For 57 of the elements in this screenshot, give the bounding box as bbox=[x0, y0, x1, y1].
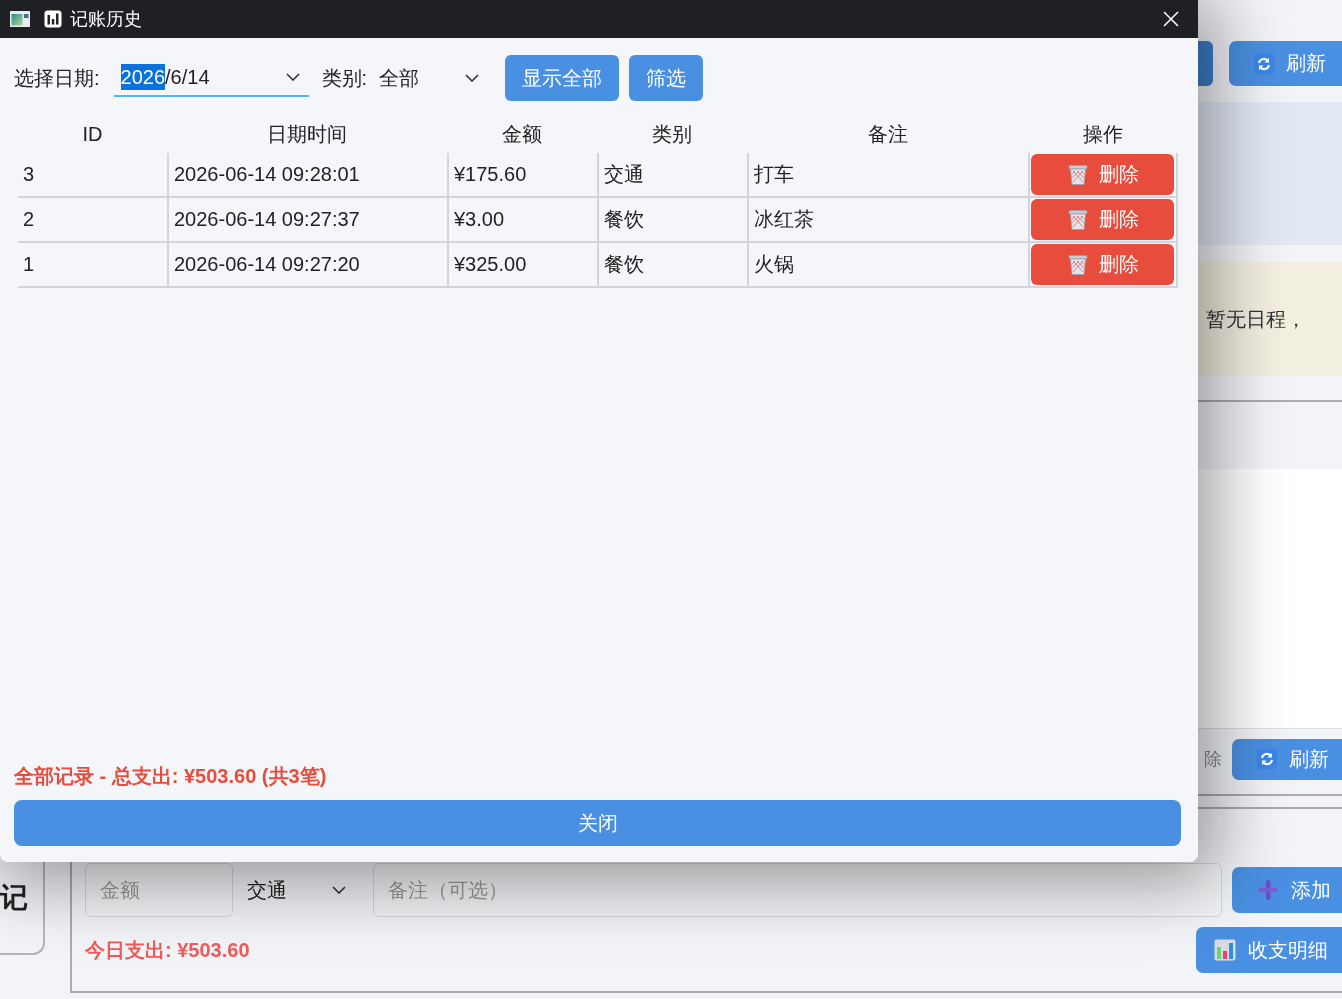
table-cell: 3 bbox=[18, 153, 167, 198]
bar-chart-icon bbox=[1214, 939, 1236, 961]
column-header: 类别 bbox=[651, 121, 693, 147]
table-cell: 1 bbox=[18, 243, 167, 288]
details-button[interactable]: 收支明细 bbox=[1196, 927, 1342, 973]
category-label: 类别: bbox=[321, 65, 368, 91]
trash-icon bbox=[1066, 208, 1089, 231]
table-cell: ¥325.00 bbox=[447, 243, 597, 288]
date-text: /6/14 bbox=[165, 65, 210, 90]
filter-button[interactable]: 显示全部 bbox=[505, 55, 620, 101]
table-cell: 交通 bbox=[597, 153, 747, 198]
delete-button[interactable]: 删除 bbox=[1031, 154, 1174, 195]
table-cell: 2 bbox=[18, 198, 167, 243]
column-header: ID bbox=[81, 121, 104, 147]
table-cell: 2026-06-14 09:28:01 bbox=[167, 153, 447, 198]
column-header: 金额 bbox=[501, 121, 543, 147]
table-cell: 2026-06-14 09:27:20 bbox=[167, 243, 447, 288]
today-total: 今日支出: ¥503.60 bbox=[85, 937, 250, 963]
category-select[interactable]: 全部 bbox=[367, 59, 493, 97]
table-cell: 餐饮 bbox=[597, 198, 747, 243]
table-cell: 火锅 bbox=[747, 243, 1028, 288]
amount-field[interactable]: 金额 bbox=[85, 863, 233, 917]
refresh-icon bbox=[1254, 53, 1274, 74]
chevron-icon bbox=[285, 73, 300, 81]
table-cell: ¥3.00 bbox=[447, 198, 597, 243]
window-icon bbox=[10, 11, 30, 27]
plus-icon bbox=[1257, 879, 1279, 901]
delete-button[interactable]: 删除 bbox=[1031, 199, 1174, 240]
table-cell: 打车 bbox=[747, 153, 1028, 198]
close-button[interactable]: 关闭 bbox=[14, 800, 1181, 846]
summary-text: 全部记录 - 总支出: ¥503.60 (共3笔) bbox=[14, 764, 328, 789]
side-card-text: 记 bbox=[0, 881, 28, 915]
delete-button[interactable]: 删除 bbox=[1031, 244, 1174, 285]
bar-chart-icon bbox=[44, 10, 62, 28]
window-title: 记账历史 bbox=[70, 8, 142, 31]
trash-icon bbox=[1066, 163, 1089, 186]
add-button[interactable]: 添加 bbox=[1232, 867, 1342, 913]
column-header: 日期时间 bbox=[266, 121, 348, 147]
trash-icon bbox=[1066, 253, 1089, 276]
filter-button[interactable]: 筛选 bbox=[629, 55, 704, 101]
column-header: 备注 bbox=[866, 121, 909, 147]
table-cell: 2026-06-14 09:27:37 bbox=[167, 198, 447, 243]
refresh-button[interactable]: 刷新 bbox=[1232, 738, 1342, 780]
chevron-icon bbox=[465, 74, 480, 82]
note-field[interactable]: 备注（可选） bbox=[373, 863, 1222, 917]
table-cell: 餐饮 bbox=[597, 243, 747, 288]
close-icon bbox=[1163, 11, 1179, 27]
refresh-icon bbox=[1257, 749, 1277, 769]
footer-text: 除 bbox=[1204, 748, 1222, 771]
table-cell: 冰红茶 bbox=[747, 198, 1028, 243]
date-label: 选择日期: bbox=[14, 65, 100, 91]
category-select[interactable]: 交通 bbox=[233, 863, 360, 917]
schedule-text: 暂无日程， bbox=[1206, 306, 1306, 332]
column-header: 操作 bbox=[1082, 121, 1124, 147]
refresh-button[interactable]: 刷新 bbox=[1229, 41, 1342, 86]
table-cell: ¥175.60 bbox=[447, 153, 597, 198]
chevron-icon bbox=[332, 886, 346, 894]
